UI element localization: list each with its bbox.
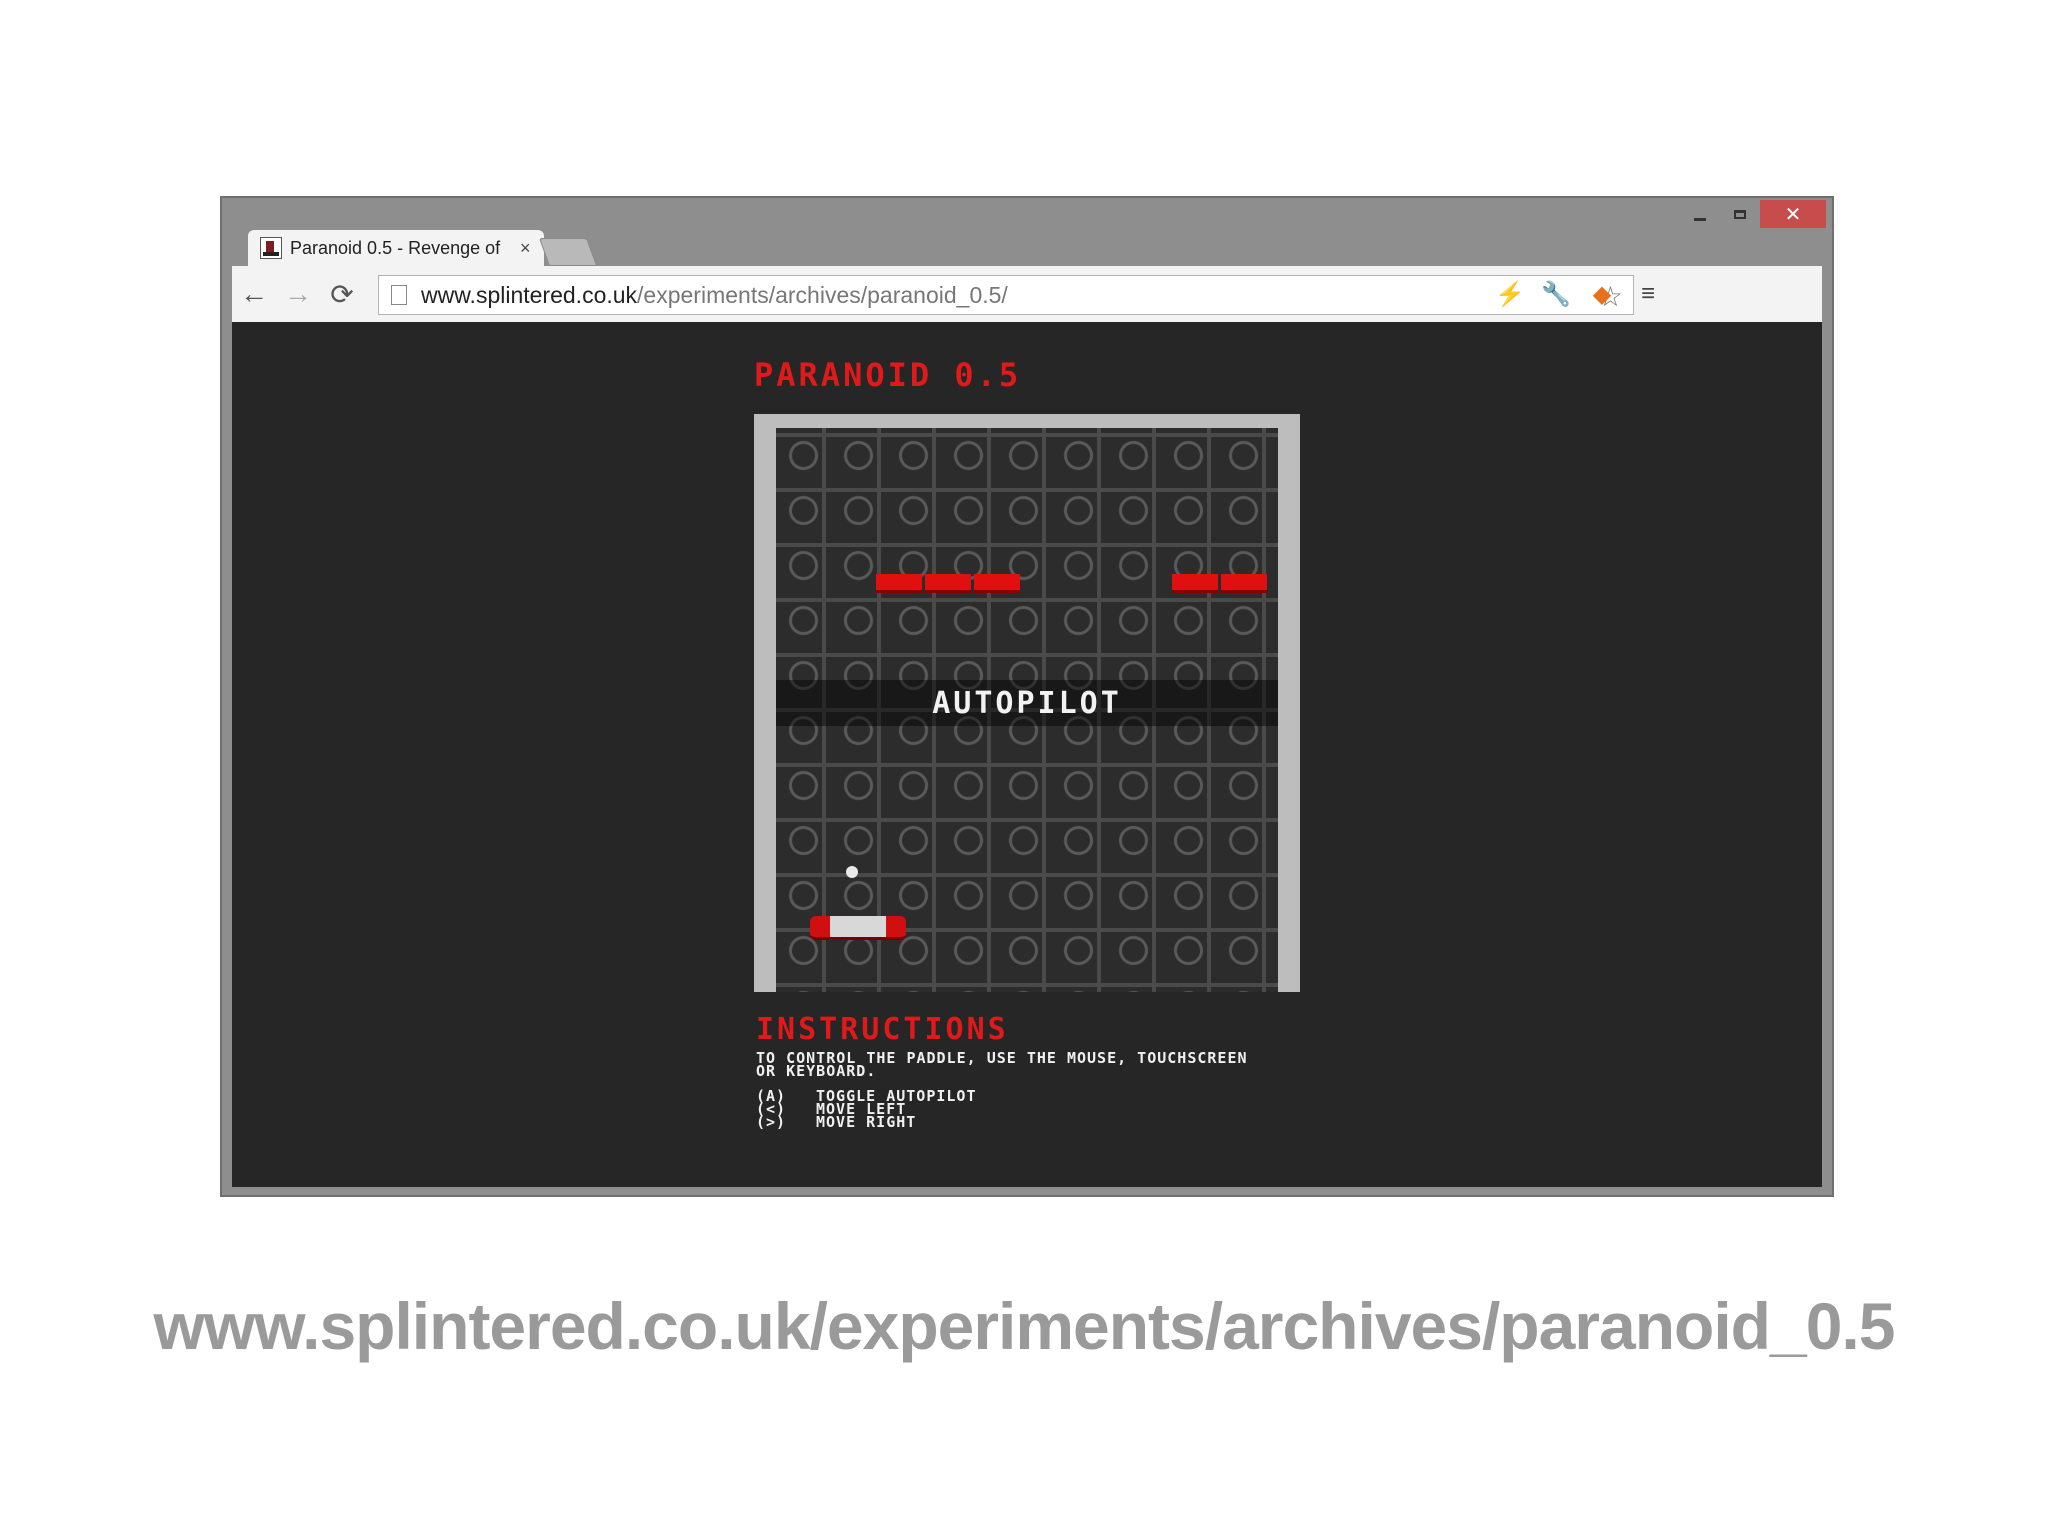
ball bbox=[846, 866, 858, 878]
window-controls: ✕ bbox=[1680, 200, 1826, 230]
lightning-extension-icon[interactable]: ⚡ bbox=[1490, 274, 1530, 314]
game-title: PARANOID 0.5 bbox=[754, 356, 1022, 394]
url-path: /experiments/archives/paranoid_0.5/ bbox=[637, 281, 1008, 308]
brick bbox=[1172, 574, 1218, 593]
key-row: (>) MOVE RIGHT bbox=[756, 1113, 977, 1131]
menu-icon[interactable]: ≡ bbox=[1628, 274, 1668, 314]
maximize-icon bbox=[1734, 209, 1746, 219]
back-button[interactable]: ← bbox=[232, 272, 276, 316]
instructions-text: TO CONTROL THE PADDLE, USE THE MOUSE, TO… bbox=[756, 1049, 1248, 1080]
close-window-button[interactable]: ✕ bbox=[1760, 200, 1826, 228]
page-icon bbox=[391, 285, 407, 305]
url-host: www.splintered.co.uk bbox=[421, 281, 638, 308]
reload-icon: ⟳ bbox=[330, 278, 354, 310]
wrench-icon[interactable]: 🔧 bbox=[1536, 274, 1576, 314]
autopilot-banner: AUTOPILOT bbox=[776, 680, 1278, 726]
url-text: www.splintered.co.uk/experiments/archive… bbox=[421, 282, 1008, 309]
page-content: PARANOID 0.5 AUTOPILOT INSTRUCTIONS TO C… bbox=[232, 322, 1822, 1187]
key-label: (>) bbox=[756, 1113, 787, 1131]
minimize-button[interactable] bbox=[1680, 200, 1720, 228]
new-tab-button[interactable] bbox=[538, 238, 598, 266]
key-action: MOVE RIGHT bbox=[816, 1113, 917, 1131]
key-list: (A) TOGGLE AUTOPILOT (<) MOVE LEFT (>) MOVE… bbox=[756, 1089, 977, 1131]
maximize-button[interactable] bbox=[1720, 200, 1760, 228]
game-arena[interactable]: AUTOPILOT bbox=[754, 414, 1300, 992]
brick bbox=[925, 574, 971, 593]
tab-title: Paranoid 0.5 - Revenge of bbox=[290, 237, 501, 258]
browser-tab[interactable]: Paranoid 0.5 - Revenge of × bbox=[248, 230, 544, 266]
browser-toolbar: ← → ⟳ www.splintered.co.uk/experiments/a… bbox=[232, 266, 1822, 322]
brick bbox=[974, 574, 1020, 593]
address-bar[interactable]: www.splintered.co.uk/experiments/archive… bbox=[378, 275, 1634, 315]
favicon-icon bbox=[260, 237, 282, 259]
minimize-icon bbox=[1694, 217, 1706, 221]
instructions-title: INSTRUCTIONS bbox=[756, 1012, 1009, 1047]
arena-gate-right bbox=[1092, 414, 1164, 428]
arena-gate-left bbox=[880, 414, 952, 428]
brick bbox=[1221, 574, 1267, 593]
tab-close-icon[interactable]: × bbox=[520, 238, 531, 259]
arrow-right-icon: → bbox=[284, 278, 312, 309]
browser-window: ✕ Paranoid 0.5 - Revenge of × ← → ⟳ www.… bbox=[220, 196, 1834, 1197]
url-caption: www.splintered.co.uk/experiments/archive… bbox=[153, 1289, 1896, 1363]
extension-diamond-icon[interactable]: ◆ bbox=[1582, 274, 1622, 314]
forward-button[interactable]: → bbox=[276, 272, 320, 316]
paddle bbox=[810, 916, 906, 940]
reload-button[interactable]: ⟳ bbox=[320, 272, 364, 316]
brick bbox=[876, 574, 922, 593]
arrow-left-icon: ← bbox=[240, 278, 268, 309]
